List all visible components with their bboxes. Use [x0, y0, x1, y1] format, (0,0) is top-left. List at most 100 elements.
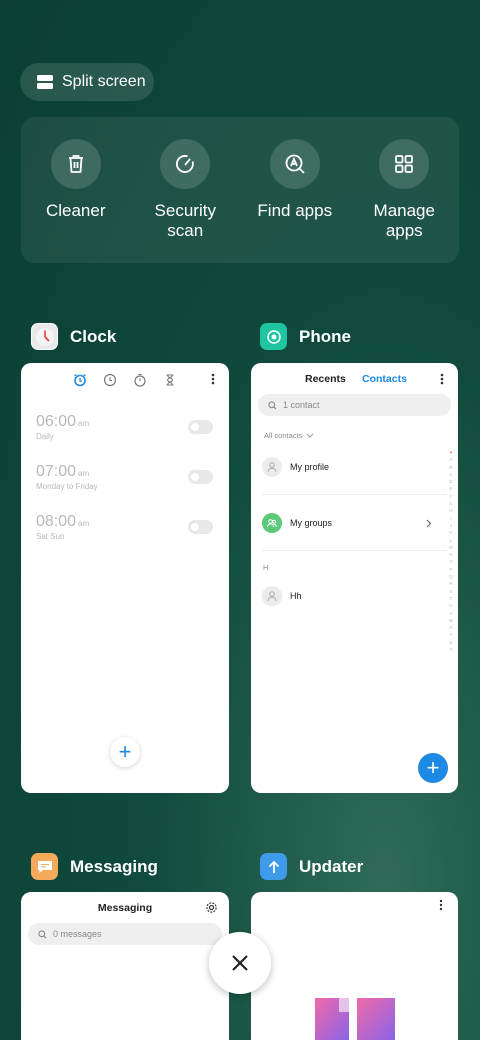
clock-app-icon: [31, 323, 58, 350]
messages-search-input[interactable]: 0 messages: [28, 923, 222, 945]
split-screen-icon: [37, 75, 53, 89]
add-alarm-button[interactable]: +: [110, 737, 140, 767]
alphabet-index-letter[interactable]: O: [449, 558, 453, 565]
security-scan-button[interactable]: Security scan: [131, 117, 241, 263]
security-scan-label: Security scan: [154, 201, 216, 240]
clock-app-name: Clock: [70, 326, 117, 346]
updater-app-card[interactable]: [251, 892, 458, 1040]
alphabet-index-letter[interactable]: G: [449, 500, 453, 507]
phone-app-header[interactable]: Phone: [260, 323, 351, 350]
updater-more-icon[interactable]: [439, 898, 443, 916]
messaging-app-header[interactable]: Messaging: [31, 853, 158, 880]
alphabet-index-letter[interactable]: X: [449, 624, 452, 631]
divider: [262, 494, 446, 495]
clock-more-icon[interactable]: [211, 372, 215, 391]
find-apps-icon: [269, 139, 320, 189]
alarm-time: 06:00: [36, 413, 77, 430]
alarm-ampm: am: [78, 519, 90, 528]
messaging-title: Messaging: [97, 902, 153, 914]
alphabet-index-letter[interactable]: B: [449, 464, 452, 471]
updater-app-icon: [260, 853, 287, 880]
alphabet-index-letter[interactable]: U: [449, 602, 452, 609]
cleaner-button[interactable]: Cleaner: [21, 117, 131, 263]
messaging-app-name: Messaging: [70, 856, 158, 876]
trash-icon: [50, 139, 101, 189]
alphabet-index-letter[interactable]: S: [449, 588, 452, 595]
phone-app-card[interactable]: Recents Contacts 1 contact All contacts …: [251, 363, 458, 793]
groups-icon: [262, 513, 282, 533]
alphabet-index-letter[interactable]: E: [449, 485, 452, 492]
contacts-filter-label: All contacts: [264, 431, 303, 440]
find-apps-button[interactable]: Find apps: [240, 117, 350, 263]
alarm-toggle[interactable]: [188, 520, 213, 534]
timer-tab-icon[interactable]: [163, 373, 177, 393]
alphabet-index-letter[interactable]: L: [450, 537, 453, 544]
world-clock-tab-icon[interactable]: [103, 373, 117, 393]
alphabet-index-letter[interactable]: ♥: [450, 449, 453, 456]
my-groups-label: My groups: [290, 518, 333, 528]
alphabet-index-letter[interactable]: C: [449, 471, 452, 478]
contacts-search-placeholder: 1 contact: [283, 400, 320, 410]
tab-recents[interactable]: Recents: [305, 373, 346, 385]
alphabet-index[interactable]: ♥ A B C D E F G H I J K L M N O P Q R S T U V W X Y Z #: [449, 449, 453, 653]
quick-tools-panel: Cleaner Security scan Find apps Manage a…: [21, 117, 459, 263]
tab-contacts[interactable]: Contacts: [362, 373, 407, 385]
miui-logo-icon: [315, 998, 395, 1040]
alphabet-index-letter[interactable]: Z: [450, 639, 453, 646]
avatar: [262, 457, 282, 477]
clock-tabs: [21, 363, 229, 393]
close-icon: [232, 955, 248, 971]
messaging-app-icon: [31, 853, 58, 880]
close-all-button[interactable]: [209, 932, 271, 994]
alarm-repeat: Sat Sun: [36, 532, 65, 541]
phone-app-name: Phone: [299, 326, 351, 346]
alphabet-index-letter[interactable]: F: [450, 493, 453, 500]
alphabet-index-letter[interactable]: W: [449, 617, 453, 624]
divider: [262, 550, 446, 551]
messaging-app-card[interactable]: Messaging 0 messages: [21, 892, 229, 1040]
find-apps-label: Find apps: [257, 201, 333, 220]
alphabet-index-letter[interactable]: K: [449, 529, 452, 536]
contacts-search-input[interactable]: 1 contact: [258, 394, 451, 416]
search-icon: [38, 929, 47, 938]
manage-apps-button[interactable]: Manage apps: [350, 117, 460, 263]
alphabet-index-letter[interactable]: R: [449, 580, 452, 587]
alphabet-index-letter[interactable]: D: [449, 478, 452, 485]
my-profile-label: My profile: [290, 462, 330, 472]
alarm-toggle[interactable]: [188, 420, 213, 434]
alphabet-index-letter[interactable]: T: [450, 595, 453, 602]
alphabet-index-letter[interactable]: H: [449, 507, 452, 514]
updater-app-header[interactable]: Updater: [260, 853, 363, 880]
contacts-filter-dropdown[interactable]: All contacts: [264, 431, 314, 440]
alphabet-index-letter[interactable]: A: [449, 456, 452, 463]
alarm-time: 08:00: [36, 513, 77, 530]
phone-more-icon[interactable]: [440, 372, 444, 391]
alphabet-index-letter[interactable]: #: [450, 646, 453, 653]
alphabet-index-letter[interactable]: M: [449, 544, 453, 551]
settings-gear-icon[interactable]: [205, 901, 218, 919]
split-screen-button[interactable]: Split screen: [20, 63, 154, 101]
alphabet-index-letter[interactable]: N: [449, 551, 452, 558]
alarm-tab-icon[interactable]: [73, 373, 87, 393]
search-icon: [268, 400, 277, 409]
my-profile-row[interactable]: My profile: [262, 457, 329, 477]
chevron-down-icon: [307, 433, 314, 438]
add-contact-button[interactable]: +: [418, 753, 448, 783]
alphabet-index-letter[interactable]: P: [449, 566, 452, 573]
contact-name: Hh: [290, 591, 302, 601]
manage-apps-label: Manage apps: [373, 201, 435, 240]
my-groups-row[interactable]: My groups: [262, 513, 432, 533]
alphabet-index-letter[interactable]: V: [449, 610, 452, 617]
cleaner-label: Cleaner: [45, 201, 106, 220]
alphabet-index-letter[interactable]: J: [450, 522, 452, 529]
contact-row-hh[interactable]: Hh: [262, 586, 302, 606]
clock-app-card[interactable]: 06:00 am Daily 07:00 am Monday to Friday 0…: [21, 363, 229, 793]
alphabet-index-letter[interactable]: Y: [449, 631, 452, 638]
clock-app-header[interactable]: Clock: [31, 323, 116, 350]
alphabet-index-letter[interactable]: I: [450, 515, 451, 522]
alarm-toggle[interactable]: [188, 470, 213, 484]
security-scan-icon: [160, 139, 211, 189]
chevron-right-icon: [426, 519, 432, 528]
stopwatch-tab-icon[interactable]: [133, 373, 147, 393]
alphabet-index-letter[interactable]: Q: [449, 573, 453, 580]
